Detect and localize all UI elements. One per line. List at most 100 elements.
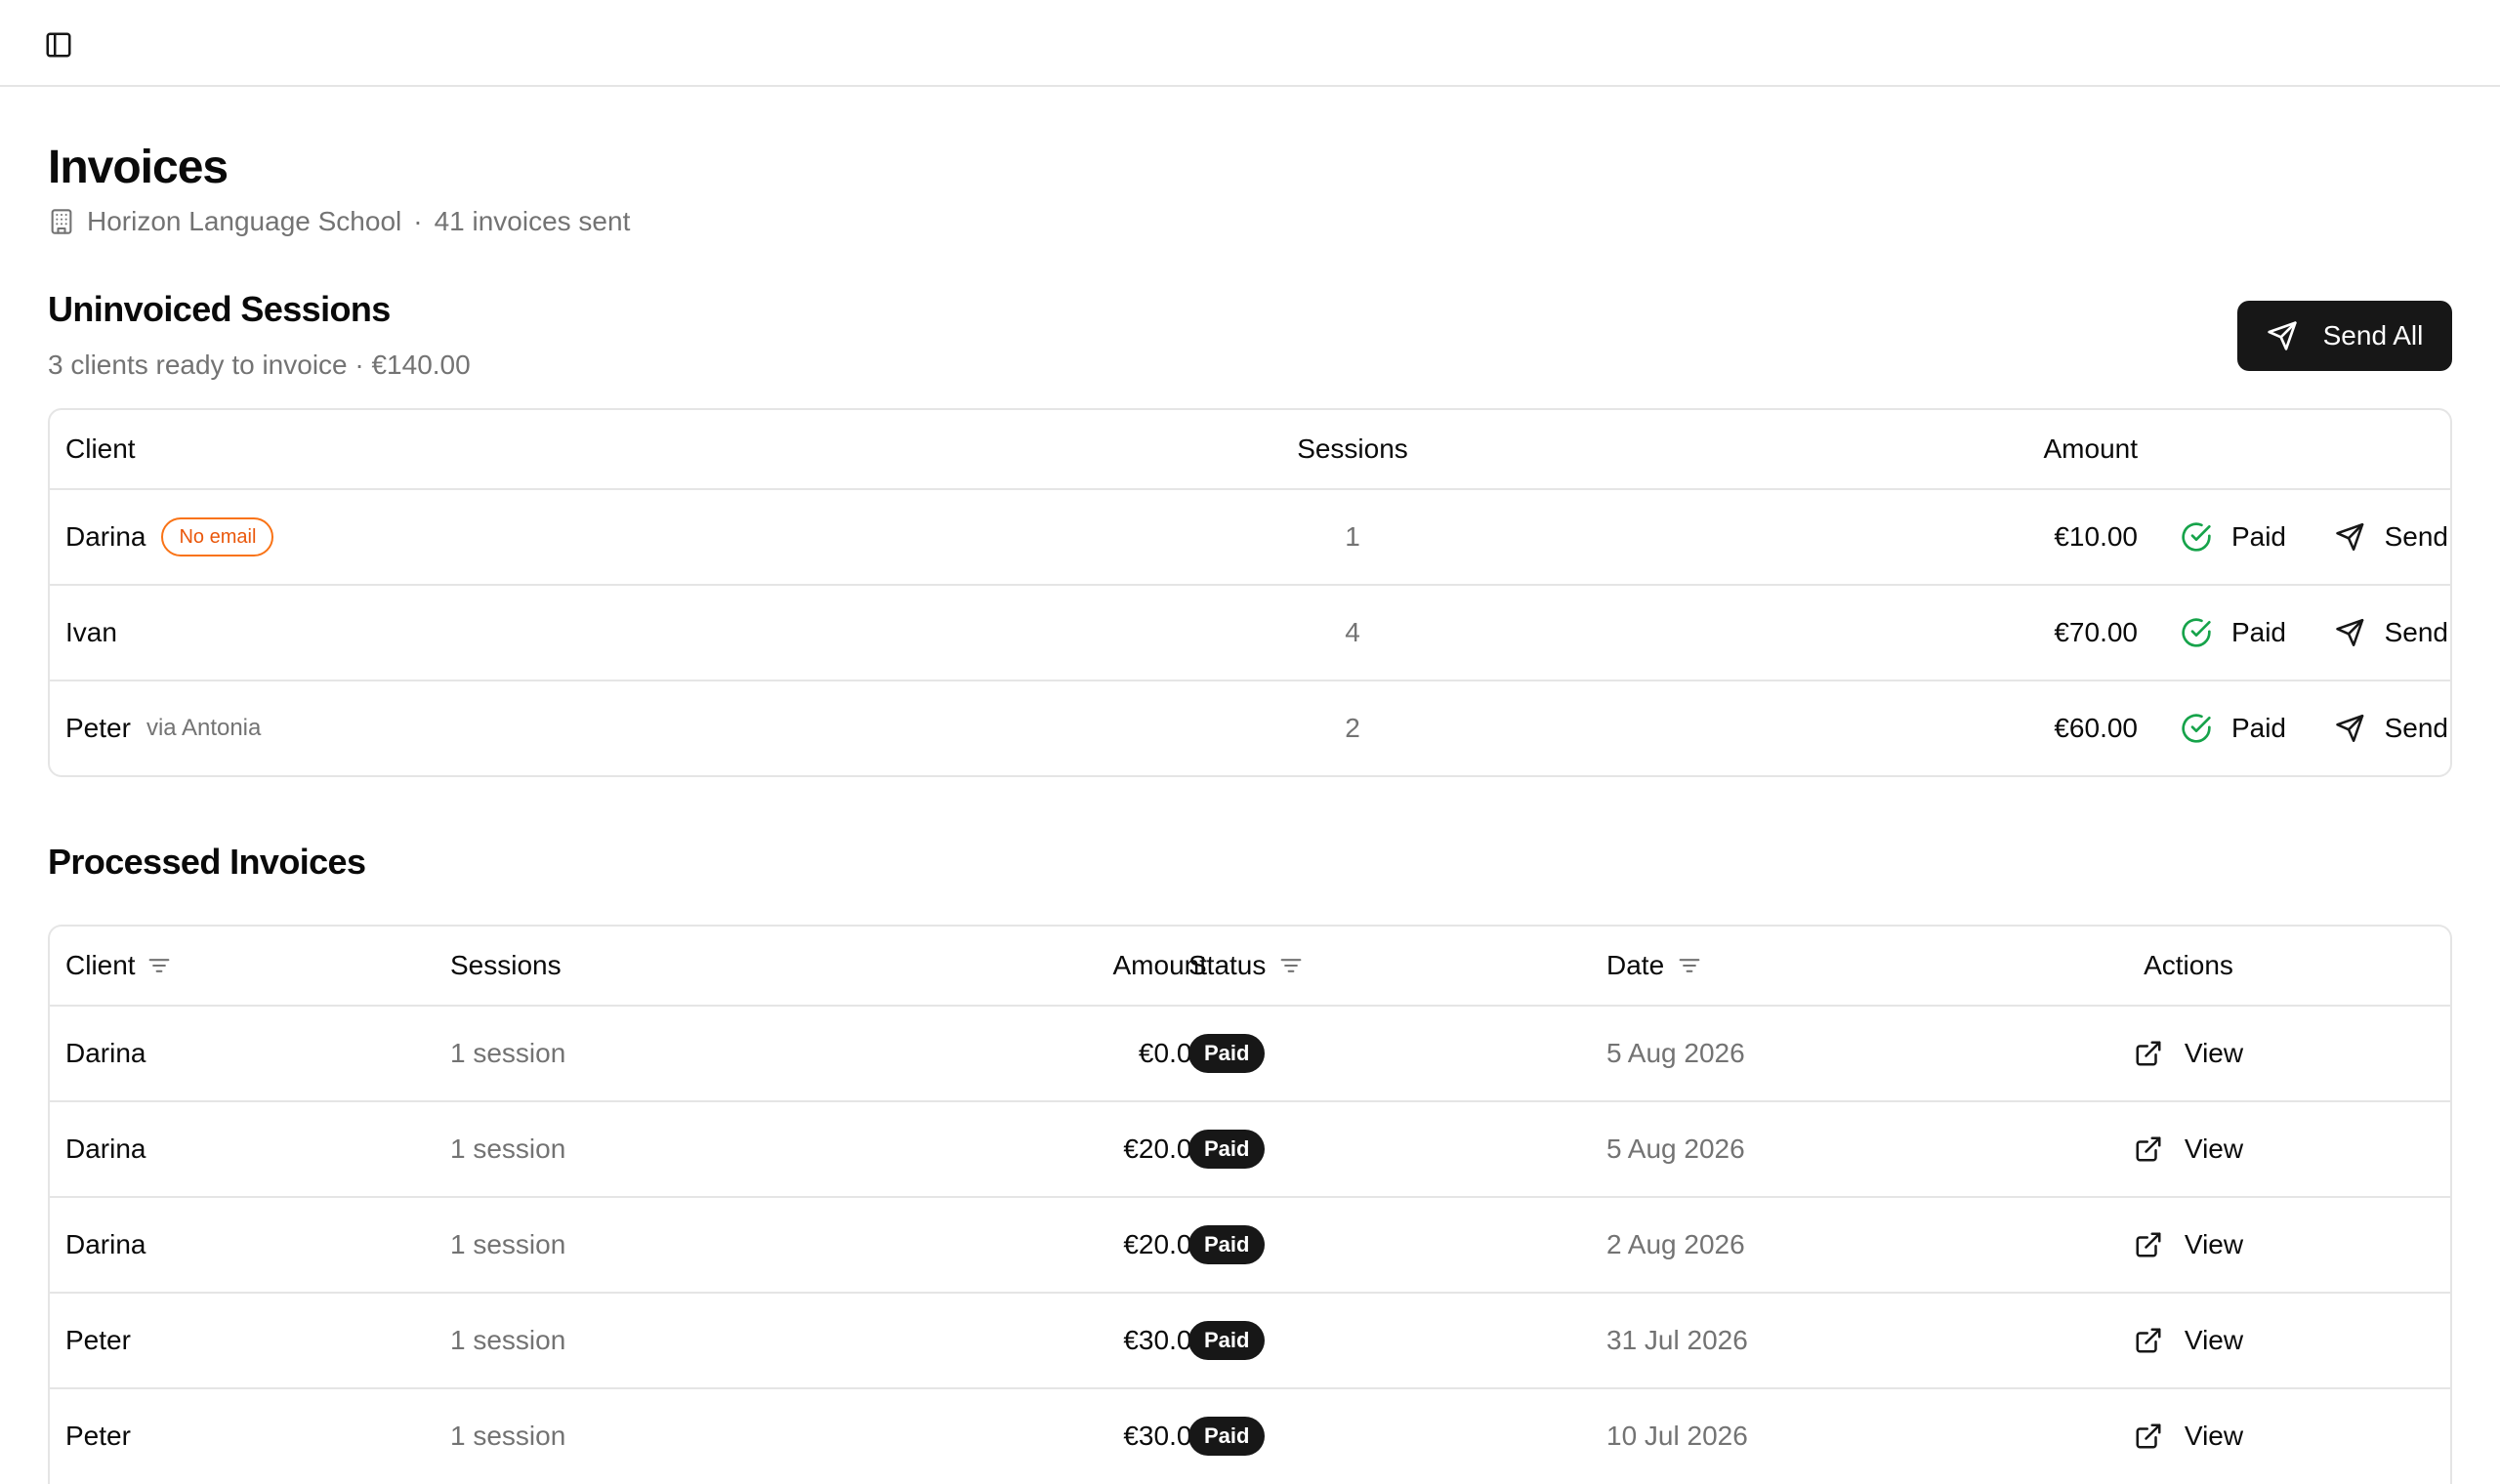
amount-value: €70.00 [2054, 617, 2138, 647]
column-header-amount: Amount [1112, 950, 1208, 980]
column-header-client: Client [65, 927, 173, 1005]
status-badge: Paid [1188, 1321, 1266, 1360]
sessions-count: 1 session [450, 1325, 566, 1355]
column-header-sessions: Sessions [450, 950, 562, 980]
client-name: Peter [65, 1421, 131, 1451]
column-header-sessions: Sessions [1297, 433, 1408, 464]
column-header-date: Date [1606, 927, 1703, 1005]
send-invoice-button[interactable]: Send [2286, 490, 2448, 584]
client-cell: Ivan [65, 586, 117, 680]
check-circle-icon [2182, 714, 2211, 743]
filter-icon[interactable] [146, 952, 173, 979]
view-label: View [2184, 1229, 2244, 1259]
view-invoice-button[interactable]: View [2134, 1325, 2243, 1356]
table-row: Darina 1 session €20.00 Paid 5 Aug 2026 … [50, 1100, 2450, 1196]
sessions-count: 1 session [450, 1229, 566, 1259]
sessions-count: 2 [1345, 713, 1360, 743]
client-name: Darina [65, 521, 146, 552]
send-all-button[interactable]: Send All [2237, 301, 2452, 371]
amount-value: €20.00 [1123, 1229, 1207, 1259]
amount-value: €30.00 [1123, 1421, 1207, 1451]
column-header-client: Client [65, 433, 136, 464]
page-meta: Horizon Language School · 41 invoices se… [48, 202, 630, 241]
amount-value: €0.00 [1138, 1038, 1207, 1068]
view-label: View [2184, 1038, 2244, 1068]
external-link-icon [2136, 1328, 2161, 1353]
client-name: Darina [65, 1134, 146, 1164]
send-label: Send [2384, 713, 2448, 743]
send-icon [2336, 618, 2364, 647]
filter-icon[interactable] [1277, 952, 1305, 979]
actions-cell: View [2081, 1389, 2296, 1483]
client-name: Peter [65, 1325, 131, 1355]
amount-value: €30.00 [1123, 1325, 1207, 1355]
send-invoice-button[interactable]: Send [2286, 586, 2448, 680]
table-header: Client Sessions Amount [50, 410, 2450, 488]
actions-cell: View [2081, 1198, 2296, 1292]
top-bar [0, 0, 2500, 87]
send-invoice-button[interactable]: Send [2286, 681, 2448, 775]
status-cell: Paid [1188, 1294, 1266, 1387]
column-header-amount: Amount [2043, 433, 2139, 464]
status-badge: Paid [1188, 1034, 1266, 1073]
actions-cell: View [2081, 1294, 2296, 1387]
actions-cell: View [2081, 1102, 2296, 1196]
sessions-count: 1 session [450, 1421, 566, 1451]
view-invoice-button[interactable]: View [2134, 1038, 2243, 1069]
client-cell: Darina No email [65, 490, 274, 584]
send-all-label: Send All [2322, 320, 2424, 350]
invoice-date: 5 Aug 2026 [1606, 1134, 1745, 1164]
column-header-status-label: Status [1188, 950, 1267, 980]
sessions-count: 4 [1345, 617, 1360, 647]
table-row: Peter 1 session €30.00 Paid 31 Jul 2026 … [50, 1292, 2450, 1387]
view-invoice-button[interactable]: View [2134, 1134, 2243, 1165]
view-label: View [2184, 1134, 2244, 1164]
status-cell: Paid [1188, 1389, 1266, 1483]
invoice-date: 10 Jul 2026 [1606, 1421, 1748, 1451]
filter-icon[interactable] [1676, 952, 1703, 979]
paid-label: Paid [2230, 713, 2286, 743]
status-badge: Paid [1188, 1417, 1266, 1456]
invoice-date: 5 Aug 2026 [1606, 1038, 1745, 1068]
amount-value: €20.00 [1123, 1134, 1207, 1164]
sessions-count: 1 session [450, 1134, 566, 1164]
client-name: Peter [65, 713, 131, 743]
no-email-badge: No email [161, 517, 274, 556]
page-title: Invoices [48, 142, 229, 193]
invoice-date: 2 Aug 2026 [1606, 1229, 1745, 1259]
uninvoiced-sessions-subtitle: 3 clients ready to invoice · €140.00 [48, 350, 471, 380]
uninvoiced-sessions-title: Uninvoiced Sessions [48, 289, 391, 329]
mark-paid-button[interactable]: Paid [2138, 490, 2286, 584]
client-name: Ivan [65, 617, 117, 647]
table-row: Darina No email 1 €10.00 Paid Send [50, 488, 2450, 584]
column-header-actions: Actions [2144, 950, 2233, 980]
column-header-client-label: Client [65, 950, 136, 980]
table-row: Darina 1 session €0.00 Paid 5 Aug 2026 V… [50, 1005, 2450, 1100]
panel-left-icon [46, 32, 71, 58]
external-link-icon [2136, 1232, 2161, 1257]
sessions-count: 1 session [450, 1038, 566, 1068]
org-name: Horizon Language School [87, 206, 402, 236]
view-invoice-button[interactable]: View [2134, 1421, 2243, 1452]
sidebar-toggle-button[interactable] [43, 29, 74, 61]
table-row: Peter 1 session €30.00 Paid 10 Jul 2026 … [50, 1387, 2450, 1483]
mark-paid-button[interactable]: Paid [2138, 586, 2286, 680]
mark-paid-button[interactable]: Paid [2138, 681, 2286, 775]
send-icon [2336, 522, 2364, 552]
status-cell: Paid [1188, 1007, 1266, 1100]
client-cell: Peter via Antonia [65, 681, 261, 775]
client-name: Darina [65, 1229, 146, 1259]
actions-cell: View [2081, 1007, 2296, 1100]
view-invoice-button[interactable]: View [2134, 1229, 2243, 1260]
table-row: Ivan 4 €70.00 Paid Send [50, 584, 2450, 680]
check-circle-icon [2182, 522, 2211, 552]
send-icon [2336, 714, 2364, 743]
table-row: Darina 1 session €20.00 Paid 2 Aug 2026 … [50, 1196, 2450, 1292]
column-header-status: Status [1188, 927, 1305, 1005]
external-link-icon [2136, 1041, 2161, 1066]
meta-separator: · [413, 206, 423, 236]
status-badge: Paid [1188, 1225, 1266, 1264]
send-icon [2267, 321, 2297, 350]
invoices-sent-count: 41 invoices sent [434, 206, 631, 236]
column-header-date-label: Date [1606, 950, 1665, 980]
